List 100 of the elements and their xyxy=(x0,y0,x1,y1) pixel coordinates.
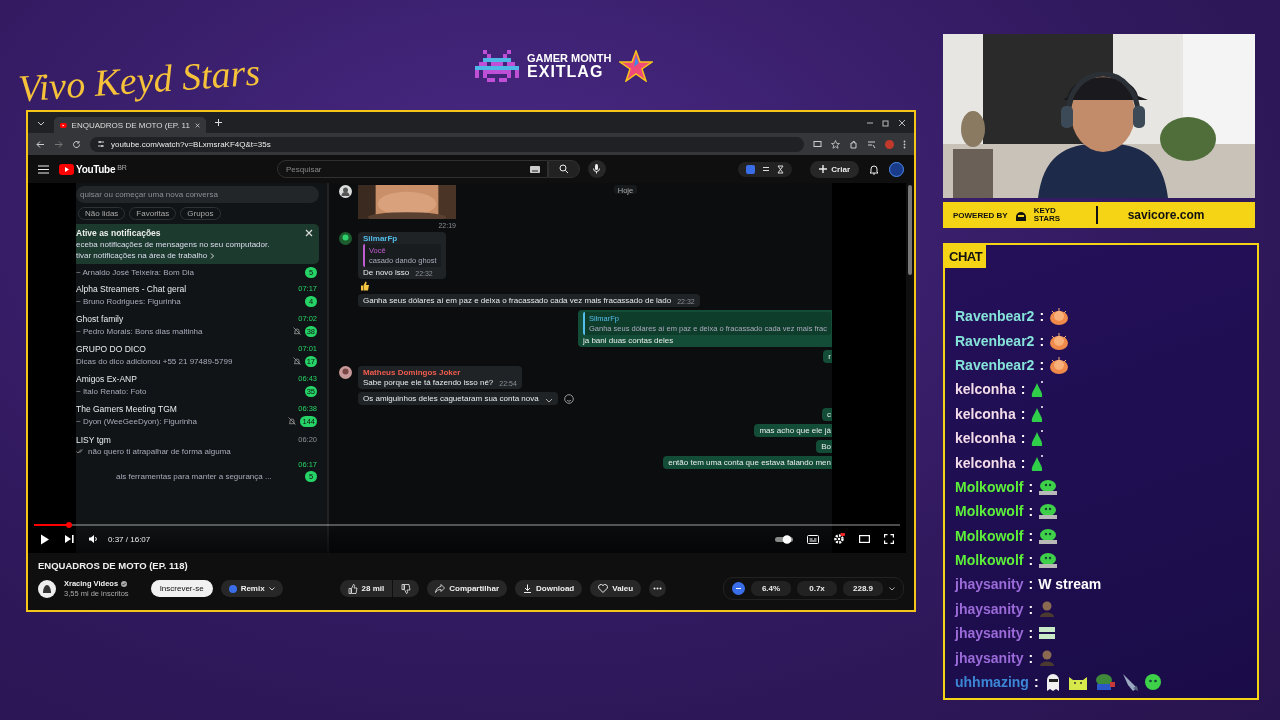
forward-icon[interactable] xyxy=(54,139,63,149)
dislike-button[interactable] xyxy=(393,580,420,597)
menu-icon[interactable] xyxy=(38,164,49,174)
playback-time: 0:37 / 16:07 xyxy=(108,534,151,544)
emote-icon xyxy=(1038,526,1059,545)
search-field[interactable]: quisar ou começar uma nova conversa xyxy=(76,186,319,203)
chat-name: Ghost family xyxy=(76,313,124,324)
chat-preview: ais ferramentas para manter a segurança ... xyxy=(115,472,272,481)
chat-name: The Gamers Meeting TGM xyxy=(76,403,177,414)
youtube-logo-icon xyxy=(59,163,74,175)
chat-name: Amigos Ex-ANP xyxy=(76,373,137,384)
chat-username: kelconha xyxy=(955,454,1016,471)
chat-separator: : xyxy=(1039,308,1045,325)
chat-preview: ~ Bruno Rodrigues: Figurinha xyxy=(76,296,181,306)
sender-name: SilmarFp xyxy=(363,234,399,243)
youtube-logo[interactable]: YouTube xyxy=(76,163,116,175)
notification-bell-icon[interactable] xyxy=(869,163,879,175)
close-icon[interactable] xyxy=(898,118,906,127)
like-button[interactable]: 28 mil xyxy=(339,580,393,597)
emoji-icon[interactable] xyxy=(563,393,574,404)
fullscreen-icon[interactable] xyxy=(884,534,894,544)
channel-avatar[interactable] xyxy=(38,579,56,598)
emote-icon xyxy=(1093,673,1116,692)
caret-icon xyxy=(268,586,275,591)
emote-icon xyxy=(1038,551,1059,570)
verified-icon xyxy=(121,580,128,587)
star-icon xyxy=(619,50,654,82)
restore-icon[interactable] xyxy=(882,118,890,127)
banner-title: Ative as notificações xyxy=(76,228,161,238)
browser-tab[interactable]: ENQUADROS DE MOTO (EP. 11 xyxy=(54,117,206,133)
message-text: Bo xyxy=(821,442,831,451)
extensions-icon[interactable] xyxy=(849,139,858,149)
extension-icon[interactable] xyxy=(732,582,745,595)
microphone-icon xyxy=(593,164,601,174)
theater-mode-icon[interactable] xyxy=(859,535,870,543)
chevron-down-icon[interactable] xyxy=(544,398,553,403)
share-icon xyxy=(435,584,446,593)
account-avatar[interactable] xyxy=(889,161,904,177)
search-field[interactable]: Pesquisar xyxy=(276,160,548,178)
settings-icon[interactable] xyxy=(833,533,845,545)
chat-preview: não quero ti atrapalhar de forma alguma xyxy=(88,446,231,456)
more-icon xyxy=(653,587,663,590)
download-button[interactable]: Download xyxy=(515,580,583,597)
keyboard-icon[interactable] xyxy=(529,165,540,173)
search-icon xyxy=(558,164,569,174)
back-icon[interactable] xyxy=(36,139,45,149)
emote-icon xyxy=(1143,673,1162,692)
more-button[interactable] xyxy=(649,580,667,597)
plus-icon xyxy=(819,165,828,173)
close-icon[interactable] xyxy=(194,121,200,129)
site-info-icon[interactable] xyxy=(97,140,105,148)
thumbs-up-icon xyxy=(347,583,358,594)
chat-preview: ~ Arnaldo José Teixeira: Bom Dia xyxy=(76,267,194,277)
chat-username: Ravenbear2 xyxy=(955,356,1035,373)
close-icon[interactable] xyxy=(305,229,313,237)
chat-username: jhaysanity xyxy=(955,625,1024,642)
install-icon[interactable] xyxy=(813,139,822,149)
chevron-right-icon xyxy=(210,252,216,259)
message-text: Sabe porque ele tá fazendo isso né? xyxy=(363,378,494,387)
chat-name: Alpha Streamers - Chat geral xyxy=(76,283,187,294)
volume-icon[interactable] xyxy=(88,534,98,544)
voice-search-button[interactable] xyxy=(587,160,606,178)
menu-icon[interactable] xyxy=(903,139,906,149)
chat-preview: ~ Italo Renato: Foto xyxy=(76,386,147,396)
next-icon[interactable] xyxy=(64,534,74,544)
chat-separator: : xyxy=(1020,454,1026,471)
remix-icon xyxy=(228,584,237,593)
stat-value: 6.4% xyxy=(751,581,791,596)
address-field[interactable]: youtube.com/watch?v=BLxmsraKF4Q&t=35s xyxy=(90,136,804,152)
share-button[interactable]: Compartilhar xyxy=(427,580,507,597)
bookmark-star-icon[interactable] xyxy=(831,139,840,149)
message-text: Ganha seus dólares aí em paz e deixa o fracassado cada vez mais fracassado de lado xyxy=(363,296,672,305)
create-button[interactable]: Criar xyxy=(810,160,859,178)
reload-icon[interactable] xyxy=(72,139,81,149)
sponsor-site: savicore.com xyxy=(1127,208,1205,222)
chat-separator: : xyxy=(1033,674,1039,691)
chat-username: jhaysanity xyxy=(955,600,1024,617)
play-icon[interactable] xyxy=(40,533,50,545)
subtitles-icon[interactable] xyxy=(807,534,819,544)
chat-separator: : xyxy=(1028,552,1034,569)
search-button[interactable] xyxy=(547,160,580,178)
emote-icon xyxy=(1030,453,1045,472)
chat-username: Molkowolf xyxy=(955,503,1024,520)
chat-username: jhaysanity xyxy=(955,649,1024,666)
emote-icon xyxy=(1049,355,1070,374)
new-tab-icon[interactable] xyxy=(214,118,223,127)
chevron-down-icon[interactable] xyxy=(889,586,895,591)
chat-separator: : xyxy=(1028,503,1034,520)
thanks-button[interactable]: Valeu xyxy=(590,580,642,597)
message-text: mas acho que ele já xyxy=(759,426,831,435)
remix-button[interactable]: Remix xyxy=(220,580,283,597)
hourglass-icon[interactable] xyxy=(777,164,785,174)
autoplay-toggle-icon[interactable] xyxy=(775,534,793,544)
chat-title: CHAT xyxy=(945,245,987,268)
emote-icon xyxy=(1030,429,1045,448)
enable-notifications-link[interactable]: tivar notificações na área de trabalho xyxy=(76,251,208,260)
equals-icon[interactable] xyxy=(762,166,771,172)
chat-separator: : xyxy=(1020,405,1026,422)
subscribe-button[interactable]: Inscrever-se xyxy=(150,580,213,597)
chat-username: uhhmazing xyxy=(955,674,1029,691)
